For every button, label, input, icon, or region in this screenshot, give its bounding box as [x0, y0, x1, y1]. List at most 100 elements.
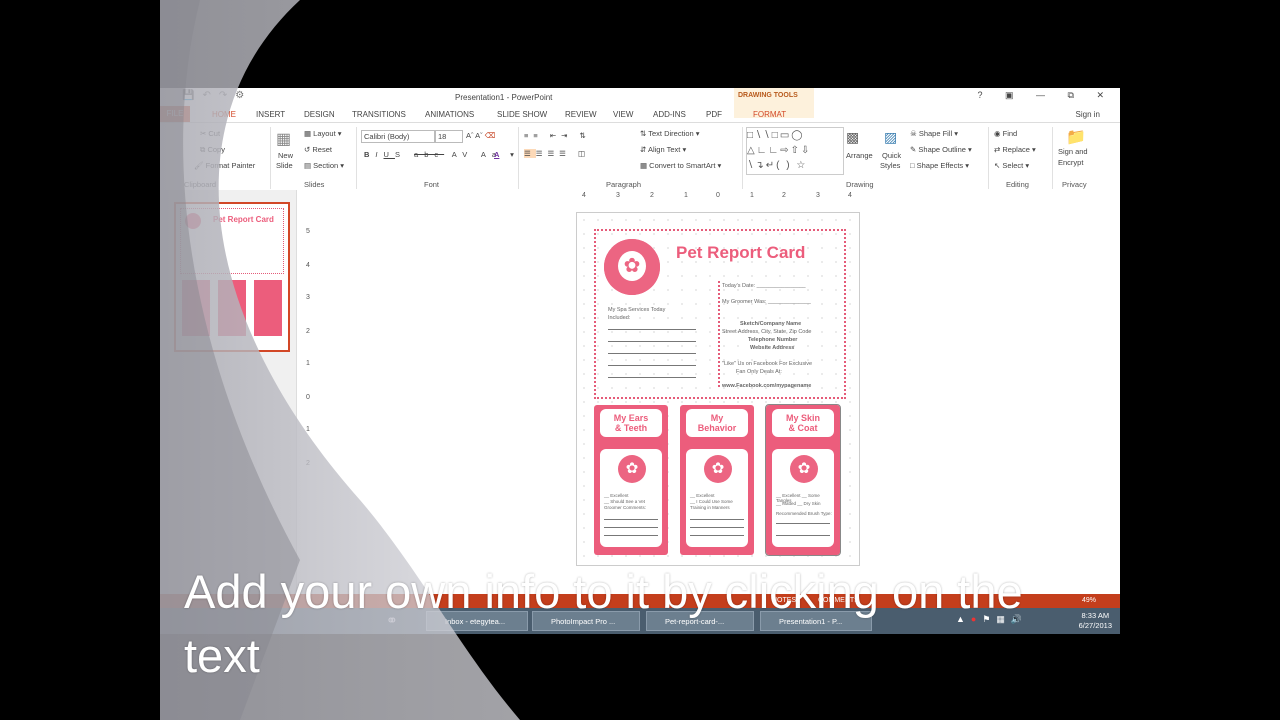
card-label[interactable]: My Behavior — [686, 409, 748, 437]
card-label[interactable]: My Ears & Teeth — [600, 409, 662, 437]
sign-encrypt-label-1[interactable]: Sign and — [1058, 147, 1088, 156]
group-font: Font — [424, 180, 440, 189]
tab-transitions[interactable]: TRANSITIONS — [352, 110, 406, 119]
ribbon-tabs: FILE HOME INSERT DESIGN TRANSITIONS ANIM… — [160, 106, 1120, 122]
binoculars-icon: ◉ — [994, 129, 1001, 138]
tab-view[interactable]: VIEW — [613, 110, 633, 119]
service-line — [608, 365, 696, 366]
reset-button[interactable]: ↺ Reset — [304, 145, 332, 154]
font-name-select[interactable]: Calibri (Body) — [361, 130, 435, 143]
shapes-gallery[interactable]: □∖∖□▭◯ △∟∟⇨⇧⇩ ∖↴↵( ) ☆ — [746, 127, 844, 175]
comment-line — [776, 535, 830, 536]
tab-design[interactable]: DESIGN — [304, 110, 335, 119]
tab-format[interactable]: FORMAT — [753, 110, 786, 119]
quick-styles-icon: ▨ — [884, 129, 898, 145]
todays-date-field[interactable]: Today's Date: ________________ — [722, 283, 806, 289]
group-drawing: Drawing — [846, 180, 874, 189]
behavior-card[interactable]: My Behavior ✿ __ Excellent __ I Could Use… — [680, 405, 754, 555]
card-body: ✿ __ Excellent __ Should See a Vet Groom… — [600, 449, 662, 547]
arrange-button[interactable]: Arrange — [846, 151, 873, 160]
powerpoint-window: 💾↶↷⚙ Presentation1 - PowerPoint ? ▣ — ⧉ … — [160, 88, 1120, 634]
tab-slide-show[interactable]: SLIDE SHOW — [497, 110, 547, 119]
comment-line — [690, 527, 744, 528]
sign-in-link[interactable]: Sign in — [1076, 110, 1100, 119]
font-size-select[interactable]: 18 — [435, 130, 463, 143]
layout-button[interactable]: ▦ Layout ▾ — [304, 129, 342, 138]
tab-review[interactable]: REVIEW — [565, 110, 597, 119]
clear-format-icon[interactable]: ⌫ — [485, 131, 496, 140]
ears-teeth-card[interactable]: My Ears & Teeth ✿ __ Excellent __ Should … — [594, 405, 668, 555]
paw-icon: ✿ — [618, 455, 646, 483]
facebook-url[interactable]: www.Facebook.com/mypagename — [722, 383, 811, 389]
new-slide-label-2[interactable]: Slide — [276, 161, 293, 170]
format-painter-button[interactable]: 🖌 Format Painter — [194, 161, 255, 170]
company-address[interactable]: Street Address, City, State, Zip Code — [722, 329, 811, 335]
skin-coat-card[interactable]: My Skin & Coat ✿ __ Excellent __ Some Tan… — [765, 404, 841, 556]
sign-encrypt-label-2[interactable]: Encrypt — [1058, 158, 1083, 167]
replace-button[interactable]: ⇄ Replace ▾ — [994, 145, 1036, 154]
grow-shrink-font[interactable]: Aˆ Aˇ ⌫ — [466, 131, 495, 140]
select-button[interactable]: ↖ Select ▾ — [994, 161, 1029, 170]
company-phone[interactable]: Telephone Number — [748, 337, 797, 343]
replace-icon: ⇄ — [994, 145, 1001, 154]
folder-lock-icon: 📁 — [1066, 129, 1086, 146]
card-body: ✿ __ Excellent __ I Could Use Some Train… — [686, 449, 748, 547]
align-left-icon[interactable]: ☰ — [524, 149, 536, 158]
quick-access-toolbar[interactable]: 💾↶↷⚙ — [182, 90, 252, 101]
title-bar: 💾↶↷⚙ Presentation1 - PowerPoint ? ▣ — ⧉ … — [160, 88, 1120, 106]
tab-animations[interactable]: ANIMATIONS — [425, 110, 474, 119]
dotted-divider — [718, 281, 720, 389]
shape-effects-icon: □ — [910, 161, 915, 170]
video-caption: Add your own info to it by clicking on t… — [184, 565, 1023, 682]
shape-outline-button[interactable]: ✎ Shape Outline ▾ — [910, 145, 972, 154]
list-buttons[interactable]: ≡≡ ⇤⇥ ⇅ — [524, 131, 591, 140]
align-buttons[interactable]: ☰☰☰☰ ◫ — [524, 149, 590, 158]
arrange-icon: ▩ — [846, 129, 860, 145]
quick-styles-label-2[interactable]: Styles — [880, 161, 900, 170]
group-paragraph: Paragraph — [606, 180, 642, 189]
card-label[interactable]: My Skin & Coat — [772, 409, 834, 437]
service-line — [608, 329, 696, 330]
spa-services-label[interactable]: My Spa Services Today — [608, 307, 665, 313]
section-button[interactable]: ▤ Section ▾ — [304, 161, 344, 170]
like-us-text[interactable]: "Like" Us on Facebook For Exclusive — [722, 361, 812, 367]
report-card-header[interactable]: ✿ Pet Report Card Today's Date: ________… — [594, 229, 846, 399]
align-text-button[interactable]: ⇵ Align Text ▾ — [640, 145, 686, 154]
tab-add-ins[interactable]: ADD-INS — [653, 110, 686, 119]
shape-effects-button[interactable]: □ Shape Effects ▾ — [910, 161, 969, 170]
copy-button[interactable]: ⧉ Copy — [200, 145, 225, 155]
font-color-button[interactable]: A — [494, 150, 499, 159]
paw-badge-icon: ✿ — [604, 239, 660, 295]
group-slides: Slides — [304, 180, 325, 189]
tab-insert[interactable]: INSERT — [256, 110, 285, 119]
thumbnail-title: Pet Report Card — [213, 215, 274, 224]
tab-file[interactable]: FILE — [160, 106, 190, 122]
company-website[interactable]: Website Address — [750, 345, 794, 351]
service-line — [608, 341, 696, 342]
cut-button[interactable]: ✂ Cut — [200, 129, 220, 138]
group-clipboard: Clipboard — [184, 180, 217, 189]
thumbnail-card — [254, 280, 282, 336]
company-name[interactable]: Sketch/Company Name — [740, 321, 801, 327]
help-icon[interactable]: ? — [978, 90, 993, 100]
groomer-field[interactable]: My Groomer Was: ______________ — [722, 299, 811, 305]
slide-thumbnails-pane: Pet Report Card — [160, 190, 297, 594]
tab-home[interactable]: HOME — [212, 110, 236, 119]
included-label[interactable]: Included: — [608, 315, 630, 321]
text-direction-button[interactable]: ⇅ Text Direction ▾ — [640, 129, 700, 138]
slide-thumbnail[interactable]: Pet Report Card — [174, 202, 290, 352]
horizontal-ruler: 4 3 2 1 0 1 2 3 4 — [582, 192, 852, 199]
slide[interactable]: ✿ Pet Report Card Today's Date: ________… — [576, 212, 860, 566]
new-slide-label-1[interactable]: New — [278, 151, 293, 160]
scissors-icon: ✂ — [200, 129, 207, 138]
tab-pdf[interactable]: PDF — [706, 110, 722, 119]
fan-deals-text[interactable]: Fan Only Deals At: — [736, 369, 782, 375]
find-button[interactable]: ◉ Find — [994, 129, 1017, 138]
quick-styles-label-1[interactable]: Quick — [882, 151, 901, 160]
window-title: Presentation1 - PowerPoint — [455, 93, 553, 102]
shape-fill-button[interactable]: ☠ Shape Fill ▾ — [910, 129, 958, 138]
report-card-title[interactable]: Pet Report Card — [676, 243, 805, 263]
convert-smartart-button[interactable]: ▦ Convert to SmartArt ▾ — [640, 161, 721, 170]
window-controls[interactable]: ? ▣ — ⧉ ✕ — [978, 90, 1115, 101]
cursor-icon: ↖ — [994, 161, 1001, 170]
